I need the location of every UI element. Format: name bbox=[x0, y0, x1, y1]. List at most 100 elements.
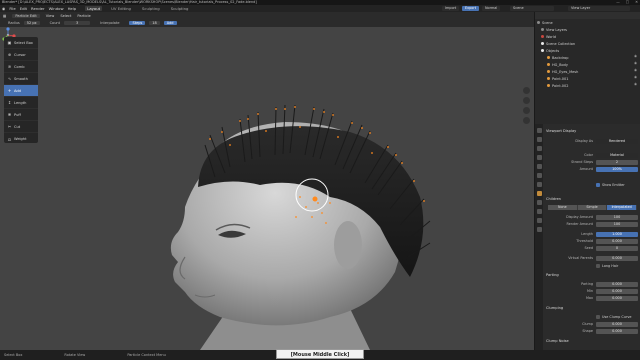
show-emitter-checkbox[interactable]: Show Emitter bbox=[596, 182, 625, 188]
3d-viewport[interactable] bbox=[0, 27, 534, 350]
outliner-item[interactable]: Scene Collection bbox=[535, 40, 640, 47]
blender-logo-icon[interactable]: ◉ bbox=[2, 6, 5, 11]
outliner-item[interactable]: Backdrop ◉ bbox=[535, 54, 640, 61]
outliner-item-label: Scene Collection bbox=[546, 41, 576, 46]
children-header[interactable]: Children bbox=[546, 196, 639, 203]
menu-view[interactable]: View bbox=[46, 14, 55, 18]
menu-help[interactable]: Help bbox=[68, 6, 77, 11]
particle-props-icon[interactable] bbox=[536, 191, 542, 196]
tool-weight[interactable]: ⚖ Weight bbox=[4, 133, 38, 145]
count-field[interactable]: 3 bbox=[64, 21, 91, 25]
tool-comb[interactable]: ≋ Comb bbox=[4, 61, 38, 73]
visibility-eye-icon[interactable]: ◉ bbox=[634, 68, 637, 72]
children-simple-button[interactable]: Simple bbox=[577, 205, 608, 210]
visibility-eye-icon[interactable]: ◉ bbox=[634, 82, 637, 86]
display-as-row: Display As Rendered bbox=[544, 138, 640, 144]
tab-uv-editing[interactable]: UV Editing bbox=[109, 6, 133, 11]
parting-min-field[interactable]: 0.000 bbox=[596, 288, 638, 294]
camera-icon[interactable] bbox=[523, 107, 530, 114]
tool-select-box[interactable]: ▣ Select Box bbox=[4, 37, 38, 49]
render-amount-field[interactable]: 100 bbox=[596, 221, 638, 227]
tool-cut[interactable]: ✂ Cut bbox=[4, 121, 38, 133]
display-as-dropdown[interactable]: Rendered bbox=[596, 138, 638, 144]
outliner-item[interactable]: View Layers bbox=[535, 26, 640, 33]
color-dropdown[interactable]: Material bbox=[596, 152, 638, 158]
tool-props-icon[interactable] bbox=[536, 128, 542, 133]
steps-label[interactable]: Steps bbox=[129, 21, 146, 25]
tool-puff[interactable]: ❋ Puff bbox=[4, 109, 38, 121]
outliner-item-label: Point.001 bbox=[552, 76, 569, 81]
menu-edit[interactable]: Edit bbox=[20, 6, 27, 11]
physics-props-icon[interactable] bbox=[536, 200, 542, 205]
outliner-item[interactable]: Scene bbox=[535, 19, 640, 26]
clump-field[interactable]: 0.000 bbox=[596, 321, 638, 327]
puff-icon: ❋ bbox=[7, 112, 12, 117]
editor-type-icon[interactable]: ▦ bbox=[3, 14, 6, 18]
seed-field[interactable]: 0 bbox=[596, 245, 638, 251]
threshold-field[interactable]: 0.000 bbox=[596, 238, 638, 244]
normal-button[interactable]: Normal bbox=[482, 6, 501, 11]
visibility-eye-icon[interactable]: ◉ bbox=[634, 61, 637, 65]
interpolate-checkbox[interactable]: Interpolate bbox=[100, 21, 119, 25]
virtual-parents-field[interactable]: 0.000 bbox=[596, 255, 638, 261]
amount-field[interactable]: 100% bbox=[596, 166, 638, 172]
tool-length[interactable]: ↕ Length bbox=[4, 97, 38, 109]
outliner-item[interactable]: Point.001 ◉ bbox=[535, 75, 640, 82]
menu-particle[interactable]: Particle bbox=[77, 14, 90, 18]
strand-steps-field[interactable]: 2 bbox=[596, 159, 638, 165]
menu-window[interactable]: Window bbox=[49, 6, 64, 11]
object-props-icon[interactable] bbox=[536, 173, 542, 178]
render-props-icon[interactable] bbox=[536, 137, 542, 142]
parting-field[interactable]: 0.000 bbox=[596, 281, 638, 287]
modifier-props-icon[interactable] bbox=[536, 182, 542, 187]
export-button[interactable]: Export bbox=[462, 6, 480, 11]
menu-select[interactable]: Select bbox=[60, 14, 71, 18]
children-none-button[interactable]: None bbox=[548, 205, 578, 210]
tab-sculpting-2[interactable]: Sculpting bbox=[169, 6, 191, 11]
visibility-eye-icon[interactable]: ◉ bbox=[634, 54, 637, 58]
outliner-item[interactable]: World bbox=[535, 33, 640, 40]
zoom-icon[interactable] bbox=[523, 87, 530, 94]
use-clump-curve-checkbox[interactable]: Use Clump Curve bbox=[596, 314, 631, 320]
world-props-icon[interactable] bbox=[536, 164, 542, 169]
outliner-item[interactable]: Objects bbox=[535, 47, 640, 54]
import-button[interactable]: Import bbox=[442, 6, 460, 11]
clumping-header[interactable]: Clumping bbox=[546, 305, 639, 312]
tab-layout[interactable]: Layout bbox=[85, 6, 103, 11]
ortho-icon[interactable] bbox=[523, 117, 530, 124]
view-layer-selector[interactable]: View Layer bbox=[568, 6, 630, 11]
constraint-props-icon[interactable] bbox=[536, 209, 542, 214]
menu-render[interactable]: Render bbox=[31, 6, 45, 11]
parting-header[interactable]: Parting bbox=[546, 272, 639, 279]
parting-max-field[interactable]: 0.000 bbox=[596, 295, 638, 301]
outliner-item[interactable]: HG_Eyes_Mesh ◉ bbox=[535, 68, 640, 75]
data-props-icon[interactable] bbox=[536, 218, 542, 223]
material-props-icon[interactable] bbox=[536, 227, 542, 232]
tool-add[interactable]: + Add bbox=[4, 85, 38, 97]
children-interpolated-button[interactable]: Interpolated bbox=[607, 205, 638, 210]
mode-selector[interactable]: Particle Edit bbox=[12, 13, 40, 18]
tab-sculpting[interactable]: Sculpting bbox=[140, 6, 162, 11]
visibility-eye-icon[interactable]: ◉ bbox=[634, 75, 637, 79]
long-hair-checkbox[interactable]: Long Hair bbox=[596, 263, 618, 269]
length-field[interactable]: 1.000 bbox=[596, 231, 638, 237]
pan-icon[interactable] bbox=[523, 97, 530, 104]
scene-props-icon[interactable] bbox=[536, 155, 542, 160]
menu-file[interactable]: File bbox=[9, 6, 15, 11]
outliner-item[interactable]: Point.002 ◉ bbox=[535, 82, 640, 89]
outliner-item-label: Point.002 bbox=[552, 83, 569, 88]
add-mode-button[interactable]: Add bbox=[163, 21, 177, 25]
tool-smooth[interactable]: ∿ Smooth bbox=[4, 73, 38, 85]
shape-field[interactable]: 0.000 bbox=[596, 328, 638, 334]
clump-noise-header[interactable]: Clump Noise bbox=[546, 338, 639, 345]
radius-field[interactable]: 52 px bbox=[23, 21, 40, 25]
scene-selector[interactable]: Scene bbox=[510, 6, 554, 11]
tool-cursor[interactable]: ⊕ Cursor bbox=[4, 49, 38, 61]
outliner-item[interactable]: HG_Body ◉ bbox=[535, 61, 640, 68]
status-context-menu: Particle Context Menu bbox=[127, 353, 166, 357]
viewport-render bbox=[170, 104, 431, 350]
steps-field[interactable]: 18 bbox=[149, 21, 160, 25]
display-amount-field[interactable]: 100 bbox=[596, 214, 638, 220]
output-props-icon[interactable] bbox=[536, 146, 542, 151]
viewport-display-header[interactable]: Viewport Display bbox=[546, 128, 639, 135]
